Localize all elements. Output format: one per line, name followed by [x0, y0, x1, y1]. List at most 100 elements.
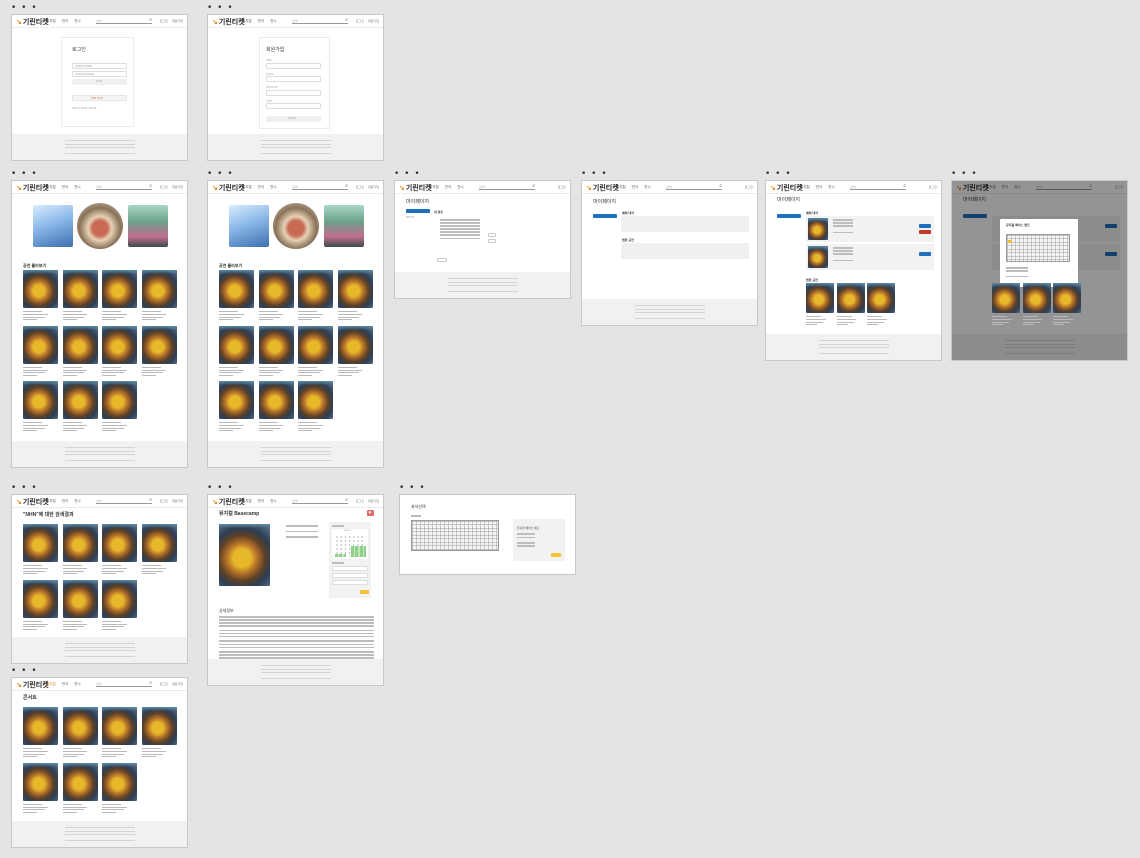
show-card[interactable]	[1022, 283, 1051, 333]
seat-select-button[interactable]	[551, 553, 561, 557]
book-button[interactable]	[360, 590, 369, 594]
password-confirm-field[interactable]	[266, 90, 321, 96]
signup-link[interactable]: 회원가입	[172, 185, 183, 189]
show-card[interactable]	[141, 707, 177, 757]
search-input[interactable]: 검색	[96, 497, 152, 504]
nav-item-play[interactable]: 연극	[62, 682, 68, 686]
show-card[interactable]	[141, 524, 177, 574]
search-input[interactable]: 검색	[96, 680, 152, 687]
show-card[interactable]	[836, 283, 865, 333]
nav-item-musical[interactable]: 뮤지컬	[242, 19, 252, 23]
kakao-login-button[interactable]: 카카오 로그인	[72, 95, 127, 101]
show-card[interactable]	[23, 325, 58, 376]
show-card[interactable]	[806, 283, 834, 333]
logo[interactable]: ↘기린티켓	[212, 183, 245, 193]
available-days[interactable]	[351, 546, 366, 557]
nav-item-musical[interactable]: 뮤지컬	[46, 19, 56, 23]
reservation-item-2[interactable]	[806, 244, 934, 270]
logo[interactable]: ↘기린티켓	[16, 17, 49, 27]
show-card[interactable]	[298, 270, 333, 320]
search-input[interactable]: 검색	[666, 183, 722, 190]
signup-link[interactable]: 회원가입	[368, 499, 379, 503]
show-card[interactable]	[102, 270, 137, 320]
show-card[interactable]	[23, 381, 58, 431]
show-card[interactable]	[992, 283, 1020, 333]
view-button[interactable]	[919, 252, 931, 256]
nav-item-exhibit[interactable]: 전시	[270, 19, 276, 23]
nickname-field[interactable]	[266, 103, 321, 109]
time-option-2[interactable]	[332, 573, 368, 578]
password-field[interactable]	[266, 76, 321, 82]
show-card[interactable]	[62, 325, 98, 376]
show-card[interactable]	[62, 524, 98, 574]
side-menu-reservation[interactable]	[777, 214, 801, 218]
search-input[interactable]: 검색	[479, 183, 535, 190]
search-input[interactable]: 검색	[96, 17, 152, 24]
side-menu-reservation[interactable]: 예매 내역	[406, 216, 414, 219]
view-button[interactable]	[919, 224, 931, 228]
login-button[interactable]: 로그인	[72, 79, 127, 85]
edit-nickname-button[interactable]	[488, 233, 496, 237]
show-card[interactable]	[102, 524, 137, 574]
logo[interactable]: ↘기린티켓	[586, 183, 619, 193]
banner-1[interactable]	[33, 205, 73, 247]
show-card[interactable]	[141, 270, 177, 320]
signup-link[interactable]: 회원가입	[172, 19, 183, 23]
show-card[interactable]	[62, 707, 98, 757]
nav-item-exhibit[interactable]: 전시	[270, 185, 276, 189]
signup-prompt[interactable]: 회원이 아니신가요? 회원가입	[72, 107, 96, 110]
seat-map[interactable]	[411, 520, 499, 551]
show-card[interactable]	[62, 762, 98, 813]
nav-item-musical[interactable]: 뮤지컬	[46, 682, 56, 686]
show-card[interactable]	[102, 579, 137, 630]
password-field[interactable]: 비밀번호를 입력하세요	[72, 71, 127, 77]
edit-password-button[interactable]	[488, 239, 496, 243]
show-card[interactable]	[62, 579, 98, 630]
search-input[interactable]: 검색	[292, 497, 348, 504]
nav-item-play[interactable]: 연극	[62, 185, 68, 189]
banner-1[interactable]	[229, 205, 269, 247]
logo[interactable]: ↘기린티켓	[399, 183, 432, 193]
search-input[interactable]: 검색	[292, 183, 348, 190]
nav-item-musical[interactable]: 뮤지컬	[242, 185, 252, 189]
nav-item-play[interactable]: 연극	[816, 185, 822, 189]
nav-item-exhibit[interactable]: 전시	[644, 185, 650, 189]
signup-submit-button[interactable]: 회원가입	[266, 116, 321, 122]
withdraw-button[interactable]	[437, 258, 447, 262]
show-card[interactable]	[337, 270, 373, 320]
show-card[interactable]	[258, 381, 294, 431]
nav-item-play[interactable]: 연극	[258, 19, 264, 23]
nav-item-musical[interactable]: 뮤지컬	[616, 185, 626, 189]
search-input[interactable]: 검색	[96, 183, 152, 190]
logo[interactable]: ↘기린티켓	[16, 183, 49, 193]
nav-item-musical[interactable]: 뮤지컬	[800, 185, 810, 189]
nav-item-exhibit[interactable]: 전시	[74, 19, 80, 23]
nav-item-play[interactable]: 연극	[632, 185, 638, 189]
show-card[interactable]	[62, 270, 98, 320]
email-field[interactable]: 이메일을 입력하세요	[72, 63, 127, 69]
show-card[interactable]	[298, 325, 333, 376]
side-menu-info[interactable]	[406, 209, 430, 213]
show-card[interactable]	[23, 707, 58, 757]
logo[interactable]: ↘기린티켓	[16, 497, 49, 507]
nav-item-play[interactable]: 연극	[62, 19, 68, 23]
show-card[interactable]	[23, 762, 58, 813]
show-card[interactable]	[1053, 283, 1081, 333]
show-card[interactable]	[219, 270, 254, 320]
nav-item-exhibit[interactable]: 전시	[74, 682, 80, 686]
time-option-1[interactable]	[332, 566, 368, 571]
signup-link[interactable]: 회원가입	[368, 185, 379, 189]
banner-2[interactable]	[77, 203, 123, 249]
signup-link[interactable]: 회원가입	[172, 499, 183, 503]
login-link[interactable]: 로그인	[160, 499, 168, 503]
email-field[interactable]	[266, 63, 321, 69]
reservation-item-1[interactable]	[806, 216, 934, 242]
nav-item-musical[interactable]: 뮤지컬	[46, 499, 56, 503]
show-card[interactable]	[102, 325, 137, 376]
banner-3[interactable]	[324, 205, 364, 247]
available-days-2[interactable]	[335, 554, 346, 557]
show-card[interactable]	[219, 381, 254, 431]
logo[interactable]: ↘기린티켓	[770, 183, 803, 193]
show-card[interactable]	[23, 270, 58, 320]
nav-item-exhibit[interactable]: 전시	[74, 499, 80, 503]
